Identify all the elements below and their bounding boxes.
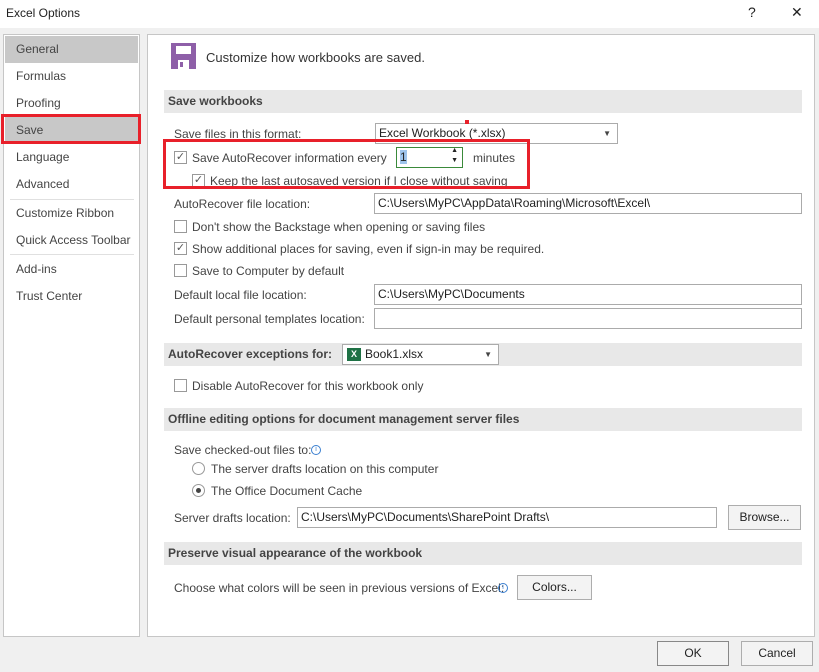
highlight-box	[1, 114, 141, 144]
sidebar-item-general[interactable]: General	[5, 36, 138, 63]
drafts-location-label: Server drafts location:	[174, 511, 291, 525]
highlight-box	[163, 139, 530, 189]
server-drafts-radio[interactable]	[192, 462, 205, 475]
cancel-button[interactable]: Cancel	[741, 641, 813, 666]
info-icon[interactable]: i	[498, 583, 508, 593]
help-button[interactable]: ?	[748, 5, 756, 19]
default-templates-label: Default personal templates location:	[174, 312, 365, 326]
colors-button[interactable]: Colors...	[517, 575, 592, 600]
backstage-label: Don't show the Backstage when opening or…	[192, 220, 486, 234]
backstage-checkbox[interactable]	[174, 220, 187, 233]
page-title: Customize how workbooks are saved.	[206, 50, 425, 65]
autorecover-location-input[interactable]: C:\Users\MyPC\AppData\Roaming\Microsoft\…	[374, 193, 802, 214]
office-cache-option-label: The Office Document Cache	[211, 484, 363, 498]
save-icon	[171, 43, 196, 69]
sidebar-item-advanced[interactable]: Advanced	[5, 171, 138, 198]
save-computer-checkbox[interactable]	[174, 264, 187, 277]
window-title: Excel Options	[6, 6, 81, 20]
file-format-value: Excel Workbook (*.xlsx)	[379, 126, 506, 140]
office-cache-radio[interactable]	[192, 484, 205, 497]
sidebar-item-add-ins[interactable]: Add-ins	[5, 256, 138, 283]
server-drafts-option-label: The server drafts location on this compu…	[211, 462, 439, 476]
default-local-input[interactable]: C:\Users\MyPC\Documents	[374, 284, 802, 305]
main-panel: Customize how workbooks are saved. Save …	[147, 34, 815, 637]
disable-autorecover-checkbox[interactable]	[174, 379, 187, 392]
workbook-select[interactable]: X Book1.xlsx	[342, 344, 499, 365]
colors-label: Choose what colors will be seen in previ…	[174, 581, 505, 595]
sidebar-item-trust-center[interactable]: Trust Center	[5, 283, 138, 310]
default-local-label: Default local file location:	[174, 288, 307, 302]
browse-button[interactable]: Browse...	[728, 505, 801, 530]
additional-places-label: Show additional places for saving, even …	[192, 242, 545, 256]
title-bar: Excel Options ? ✕	[0, 0, 819, 28]
close-button[interactable]: ✕	[791, 5, 803, 19]
marker	[465, 120, 469, 124]
ok-button[interactable]: OK	[657, 641, 729, 666]
sidebar-item-proofing[interactable]: Proofing	[5, 90, 138, 117]
sidebar-item-language[interactable]: Language	[5, 144, 138, 171]
save-computer-label: Save to Computer by default	[192, 264, 345, 278]
section-save-workbooks: Save workbooks	[164, 90, 802, 113]
sidebar-item-customize-ribbon[interactable]: Customize Ribbon	[5, 200, 138, 227]
workbook-value: Book1.xlsx	[365, 347, 424, 361]
sidebar-item-formulas[interactable]: Formulas	[5, 63, 138, 90]
section-preserve-appearance: Preserve visual appearance of the workbo…	[164, 542, 802, 565]
save-to-label: Save checked-out files to:	[174, 443, 312, 457]
divider	[10, 254, 134, 255]
autorecover-location-label: AutoRecover file location:	[174, 197, 311, 211]
additional-places-checkbox[interactable]: ✓	[174, 242, 187, 255]
excel-icon: X	[347, 348, 361, 361]
sidebar-item-quick-access-toolbar[interactable]: Quick Access Toolbar	[5, 227, 138, 254]
default-templates-input[interactable]	[374, 308, 802, 329]
drafts-location-input[interactable]: C:\Users\MyPC\Documents\SharePoint Draft…	[297, 507, 717, 528]
info-icon[interactable]: i	[311, 445, 321, 455]
section-offline-editing: Offline editing options for document man…	[164, 408, 802, 431]
disable-autorecover-label: Disable AutoRecover for this workbook on…	[192, 379, 424, 393]
